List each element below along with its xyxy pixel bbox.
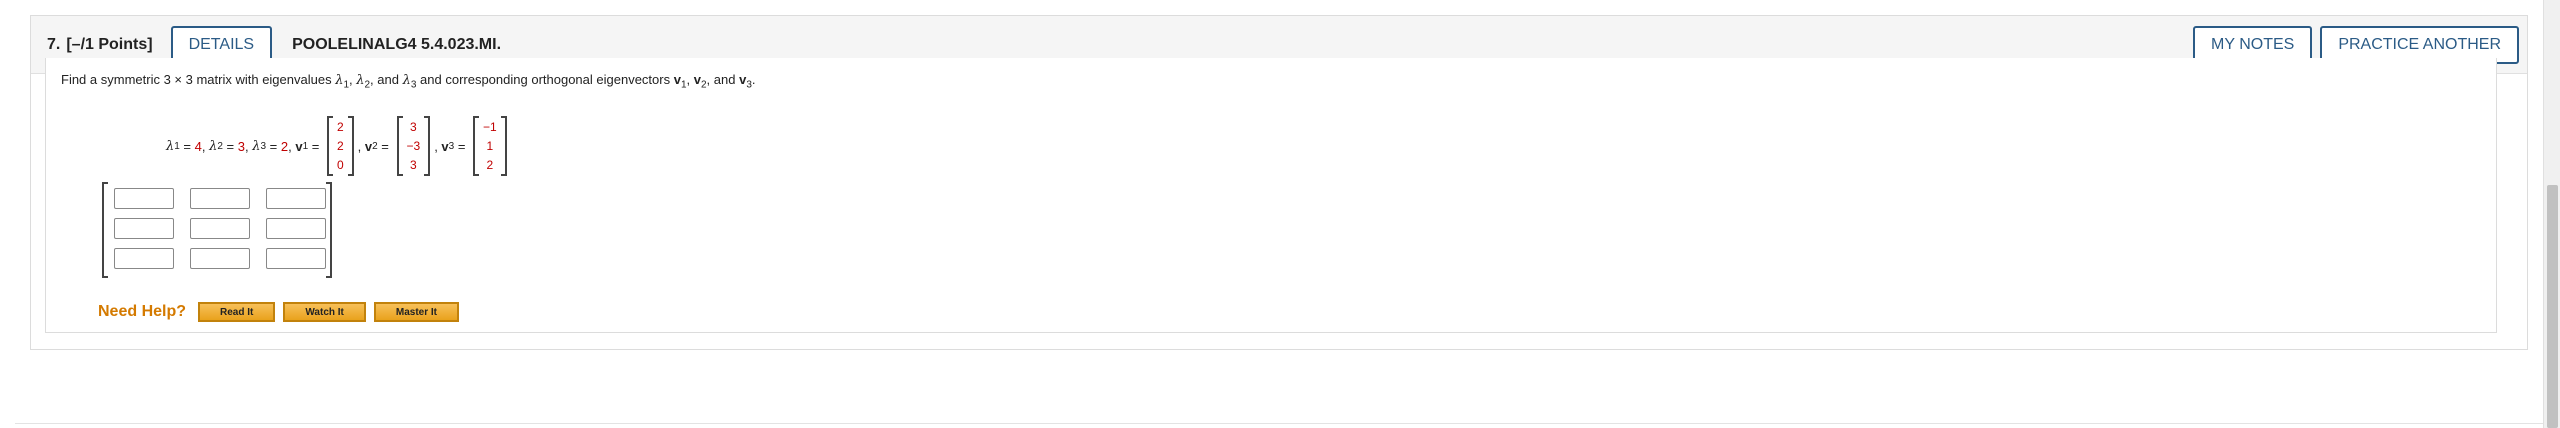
separator-line xyxy=(15,423,2545,424)
lambda3-value: 2 xyxy=(280,138,289,154)
question-points: [–/1 Points] xyxy=(66,35,153,53)
need-help-label: Need Help? xyxy=(98,303,187,320)
vector-entry: 2 xyxy=(486,158,494,172)
matrix-cell-3-2[interactable] xyxy=(190,248,250,269)
vector-entry: −1 xyxy=(483,120,497,134)
matrix-cell-1-2[interactable] xyxy=(190,188,250,209)
vector-v3: −1 1 2 xyxy=(473,116,507,176)
vector-symbol: v xyxy=(364,138,373,154)
and-text: and xyxy=(377,72,399,87)
page-scrollbar[interactable] xyxy=(2543,0,2560,428)
lambda2-value: 3 xyxy=(237,138,245,154)
comma: , xyxy=(686,72,694,87)
vector-symbol: v xyxy=(295,138,303,154)
given-values-equation: λ1 = 4, λ2 = 3, λ3 = 2, v1 = 2 2 0 , v2 … xyxy=(166,113,511,179)
read-it-button[interactable]: Read It xyxy=(198,302,276,322)
lambda-symbol: λ xyxy=(209,138,218,154)
prompt-text: and corresponding orthogonal eigenvector… xyxy=(416,72,674,87)
need-help-row: Need Help? Read It Watch It Master It xyxy=(98,302,459,322)
equals-sign: = xyxy=(454,138,470,154)
lambda-symbol: λ xyxy=(166,138,175,154)
answer-matrix xyxy=(102,182,332,278)
vector-entry: 3 xyxy=(410,120,417,134)
equals-sign: = xyxy=(179,138,195,154)
vector-v1: 2 2 0 xyxy=(326,116,354,176)
and-text: and xyxy=(713,72,736,87)
lambda1-value: 4 xyxy=(194,138,202,154)
lambda-symbol: λ xyxy=(402,73,411,88)
equals-sign: = xyxy=(266,138,281,154)
vector-entry: −3 xyxy=(406,139,421,153)
vector-v2: 3 −3 3 xyxy=(396,116,431,176)
question-body: Find a symmetric 3 × 3 matrix with eigen… xyxy=(45,58,2497,333)
period: . xyxy=(751,72,756,87)
matrix-cell-2-2[interactable] xyxy=(190,218,250,239)
comma: , xyxy=(357,138,365,154)
prompt-text: Find a symmetric 3 × 3 matrix with eigen… xyxy=(61,72,336,87)
equals-sign: = xyxy=(377,138,393,154)
watch-it-button[interactable]: Watch It xyxy=(283,302,366,322)
equals-sign: = xyxy=(222,138,238,154)
matrix-cell-3-1[interactable] xyxy=(114,248,174,269)
matrix-cell-2-1[interactable] xyxy=(114,218,174,239)
matrix-cell-3-3[interactable] xyxy=(266,248,326,269)
comma: , xyxy=(706,72,714,87)
scrollbar-thumb[interactable] xyxy=(2547,185,2558,428)
vector-entry: 0 xyxy=(336,158,344,172)
comma: , xyxy=(434,138,442,154)
vector-symbol: v xyxy=(673,72,681,87)
vector-entry: 1 xyxy=(486,139,494,153)
question-number: 7. xyxy=(47,35,61,53)
vector-entry: 2 xyxy=(336,139,344,153)
vector-entry: 3 xyxy=(410,158,417,172)
question-code: POOLELINALG4 5.4.023.MI. xyxy=(292,35,502,53)
matrix-cell-1-3[interactable] xyxy=(266,188,326,209)
comma: , xyxy=(288,138,296,154)
vector-symbol: v xyxy=(441,138,449,154)
matrix-cell-1-1[interactable] xyxy=(114,188,174,209)
vector-entry: 2 xyxy=(336,120,344,134)
vector-symbol: v xyxy=(693,72,701,87)
answer-matrix-grid xyxy=(114,188,326,269)
lambda-symbol: λ xyxy=(252,138,261,154)
equals-sign: = xyxy=(308,138,323,154)
question-prompt: Find a symmetric 3 × 3 matrix with eigen… xyxy=(61,72,756,91)
master-it-button[interactable]: Master It xyxy=(373,302,459,322)
matrix-cell-2-3[interactable] xyxy=(266,218,326,239)
